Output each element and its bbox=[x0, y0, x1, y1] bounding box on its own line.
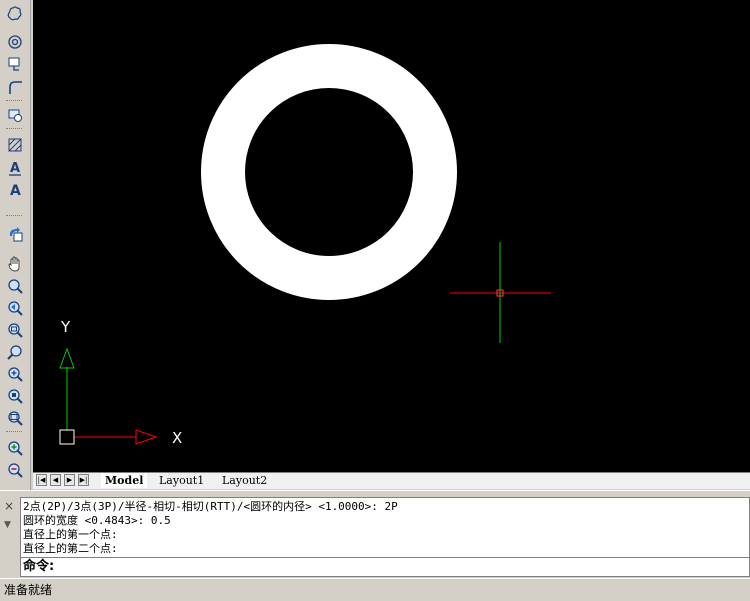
command-prompt: 命令: bbox=[23, 559, 55, 574]
zoom-previous-icon[interactable] bbox=[4, 297, 25, 318]
draw-toolbar: A A bbox=[0, 0, 31, 490]
command-input[interactable] bbox=[54, 559, 659, 575]
hatch-icon[interactable] bbox=[4, 134, 25, 155]
command-prompt-row: 命令: bbox=[21, 557, 749, 576]
collapse-arrow-icon[interactable]: ▼ bbox=[4, 520, 11, 530]
tab-model[interactable]: Model bbox=[101, 473, 148, 488]
ucs-x-arrow bbox=[135, 429, 158, 445]
tab-prev-button[interactable]: ◀ bbox=[50, 474, 61, 486]
ucs-y-arrow bbox=[59, 347, 75, 369]
tab-next-button[interactable]: ▶ bbox=[64, 474, 75, 486]
zoom-window-icon[interactable] bbox=[4, 319, 25, 340]
layout-tab-bar: |◀ ◀ ▶ ▶| Model Layout1 Layout2 bbox=[33, 472, 750, 489]
tab-last-button[interactable]: ▶| bbox=[78, 474, 89, 486]
svg-text:A: A bbox=[10, 161, 20, 176]
status-bar: 准备就绪 bbox=[0, 578, 750, 600]
drawing-svg: Y X bbox=[59, 44, 551, 447]
text-underline-icon[interactable]: A bbox=[4, 157, 25, 178]
status-text: 准备就绪 bbox=[4, 583, 53, 597]
command-history-line: 圆环的宽度 <0.4843>: 0.5 bbox=[23, 514, 171, 527]
donut-ring bbox=[201, 44, 457, 300]
zoom-minus-icon[interactable] bbox=[4, 459, 25, 480]
zoom-extents-icon[interactable] bbox=[4, 385, 25, 406]
close-icon[interactable]: × bbox=[4, 500, 16, 512]
ucs-origin-box bbox=[59, 429, 75, 445]
regen-icon[interactable] bbox=[4, 223, 25, 244]
revision-cloud-icon[interactable] bbox=[4, 3, 25, 24]
command-window: 2点(2P)/3点(3P)/半径-相切-相切(RTT)/<圆环的内径> <1.0… bbox=[20, 497, 750, 577]
fillet-icon[interactable] bbox=[4, 76, 25, 97]
tab-first-button[interactable]: |◀ bbox=[36, 474, 47, 486]
zoom-realtime-icon[interactable] bbox=[4, 275, 25, 296]
tab-layout2[interactable]: Layout2 bbox=[218, 473, 271, 488]
zoom-in-icon[interactable] bbox=[4, 363, 25, 384]
wipeout-icon[interactable] bbox=[4, 104, 25, 125]
ucs-x-label: X bbox=[172, 429, 182, 447]
ucs-icon: Y X bbox=[59, 318, 182, 447]
zoom-dynamic-icon[interactable] bbox=[4, 341, 25, 362]
ucs-y-label: Y bbox=[60, 318, 71, 336]
zoom-all-icon[interactable] bbox=[4, 407, 25, 428]
drawing-area[interactable]: Y X bbox=[33, 0, 750, 472]
zoom-plus-icon[interactable] bbox=[4, 437, 25, 458]
svg-text:A: A bbox=[10, 183, 21, 198]
crosshair-cursor bbox=[450, 242, 551, 343]
donut-icon[interactable] bbox=[4, 31, 25, 52]
command-history-line: 直径上的第二个点: bbox=[23, 542, 118, 555]
leader-icon[interactable] bbox=[4, 53, 25, 74]
command-history-line: 2点(2P)/3点(3P)/半径-相切-相切(RTT)/<圆环的内径> <1.0… bbox=[23, 500, 398, 513]
text-icon[interactable]: A bbox=[4, 179, 25, 200]
tab-layout1[interactable]: Layout1 bbox=[155, 473, 208, 488]
command-history-line: 直径上的第一个点: bbox=[23, 528, 118, 541]
pan-hand-icon[interactable] bbox=[4, 253, 25, 274]
